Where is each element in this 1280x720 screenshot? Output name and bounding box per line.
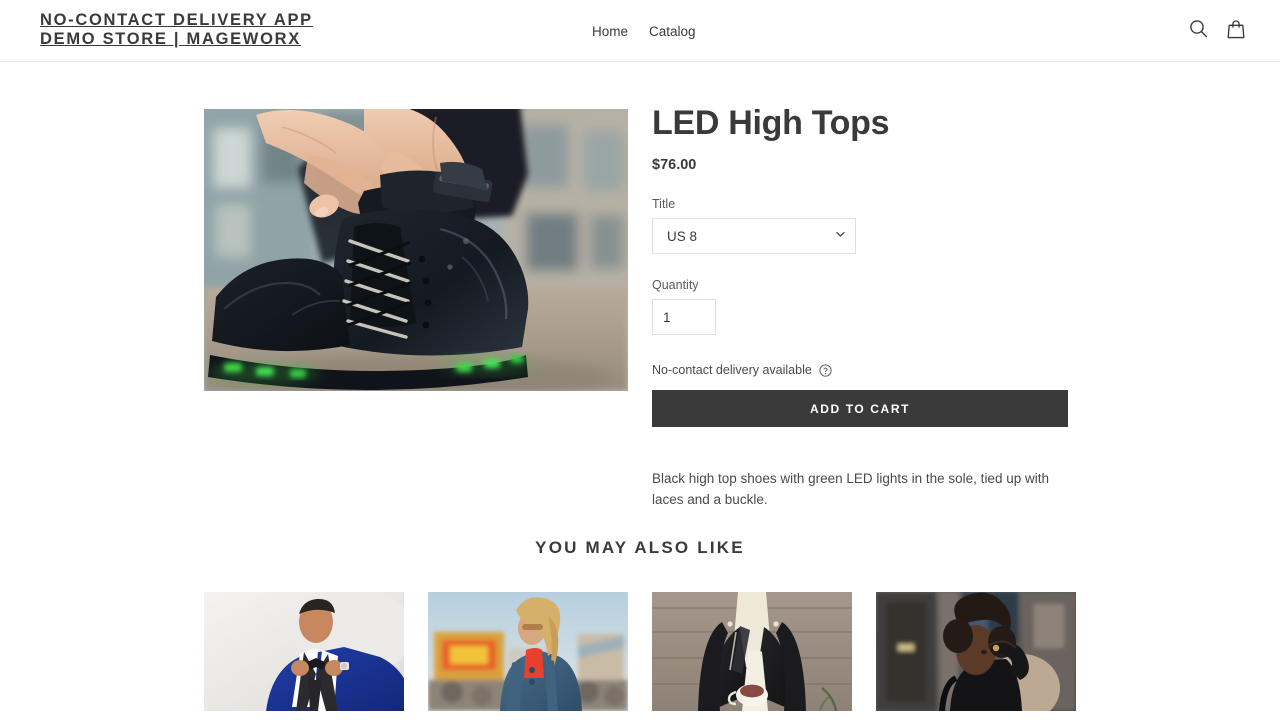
- help-circle-icon[interactable]: [819, 364, 832, 377]
- nav-item-catalog[interactable]: Catalog: [649, 24, 696, 40]
- site-header: No-contact delivery app Demo store | Mag…: [0, 0, 1280, 62]
- product-main-image[interactable]: [204, 109, 628, 391]
- related-product-card[interactable]: [428, 592, 628, 711]
- product-description: Black high top shoes with green LED ligh…: [652, 471, 1049, 507]
- shopping-bag-icon[interactable]: [1227, 19, 1247, 41]
- add-to-cart-button[interactable]: Add to cart: [652, 390, 1068, 427]
- quantity-input[interactable]: [652, 299, 716, 335]
- related-product-card[interactable]: [876, 592, 1076, 711]
- related-products-grid: [204, 592, 1076, 711]
- product-title: LED High Tops: [652, 104, 890, 142]
- variant-field: Title US 8: [652, 197, 1082, 254]
- delivery-note-text: No-contact delivery available: [652, 363, 812, 377]
- related-product-image: [652, 592, 852, 711]
- variant-label: Title: [652, 197, 676, 211]
- nav-item-home[interactable]: Home: [592, 24, 628, 40]
- variant-select[interactable]: US 8: [652, 218, 856, 254]
- related-products-heading: You may also like: [535, 538, 745, 557]
- product-details: LED High Tops $76.00 Title US 8 Quantity…: [652, 102, 1082, 524]
- main-navigation: Home Catalog: [592, 24, 696, 40]
- product-price: $76.00: [652, 157, 697, 173]
- search-icon[interactable]: [1189, 19, 1209, 41]
- quantity-field: Quantity: [652, 278, 1082, 335]
- related-product-image: [428, 592, 628, 711]
- header-actions: [1189, 19, 1247, 41]
- no-contact-delivery-note: No-contact delivery available: [652, 363, 1082, 378]
- store-logo-text[interactable]: No-contact delivery app Demo store | Mag…: [40, 11, 313, 49]
- related-product-image: [204, 592, 404, 711]
- quantity-label: Quantity: [652, 278, 699, 292]
- related-product-image: [876, 592, 1076, 711]
- related-product-card[interactable]: [204, 592, 404, 711]
- related-product-card[interactable]: [652, 592, 852, 711]
